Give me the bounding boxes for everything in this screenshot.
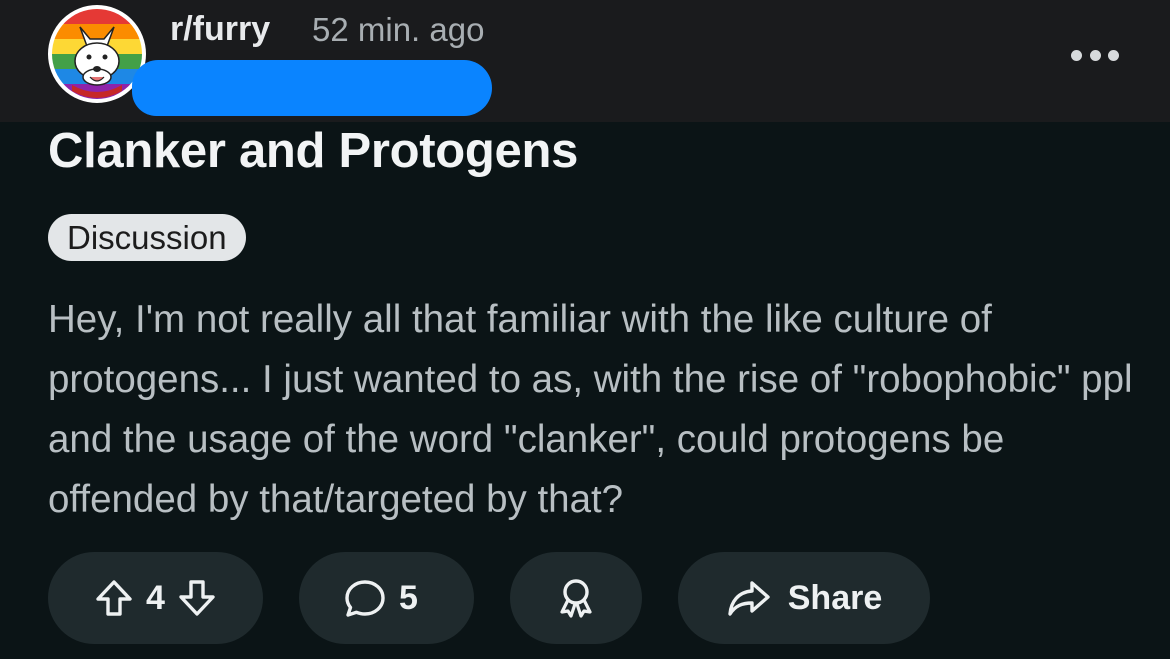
- dot: [1089, 49, 1101, 61]
- dot: [1071, 49, 1082, 61]
- post-flair[interactable]: Discussion: [48, 214, 246, 261]
- comments-button[interactable]: 5: [299, 552, 474, 644]
- award-button[interactable]: [510, 552, 642, 644]
- vote-bar: 4: [48, 552, 263, 644]
- post-timestamp: 52 min. ago: [312, 11, 485, 48]
- comment-count: 5: [399, 578, 418, 617]
- share-label: Share: [787, 578, 883, 617]
- post-title[interactable]: Clanker and Protogens: [48, 123, 578, 179]
- upvote-icon[interactable]: [94, 578, 134, 618]
- comment-icon: [345, 580, 385, 617]
- dot: [1108, 49, 1119, 61]
- furry-avatar-icon: [52, 9, 142, 99]
- post-body: Hey, I'm not really all that familiar wi…: [48, 298, 1133, 521]
- post-header: r/furry 52 min. ago: [0, 0, 1170, 122]
- share-arrow-icon: [728, 581, 770, 616]
- vote-count: 4: [146, 578, 165, 617]
- share-button[interactable]: Share: [678, 552, 930, 644]
- redacted-username: [132, 60, 492, 116]
- downvote-icon[interactable]: [177, 578, 217, 618]
- more-options-icon[interactable]: [1071, 40, 1119, 70]
- subreddit-name[interactable]: r/furry: [170, 10, 270, 49]
- award-icon: [560, 579, 592, 618]
